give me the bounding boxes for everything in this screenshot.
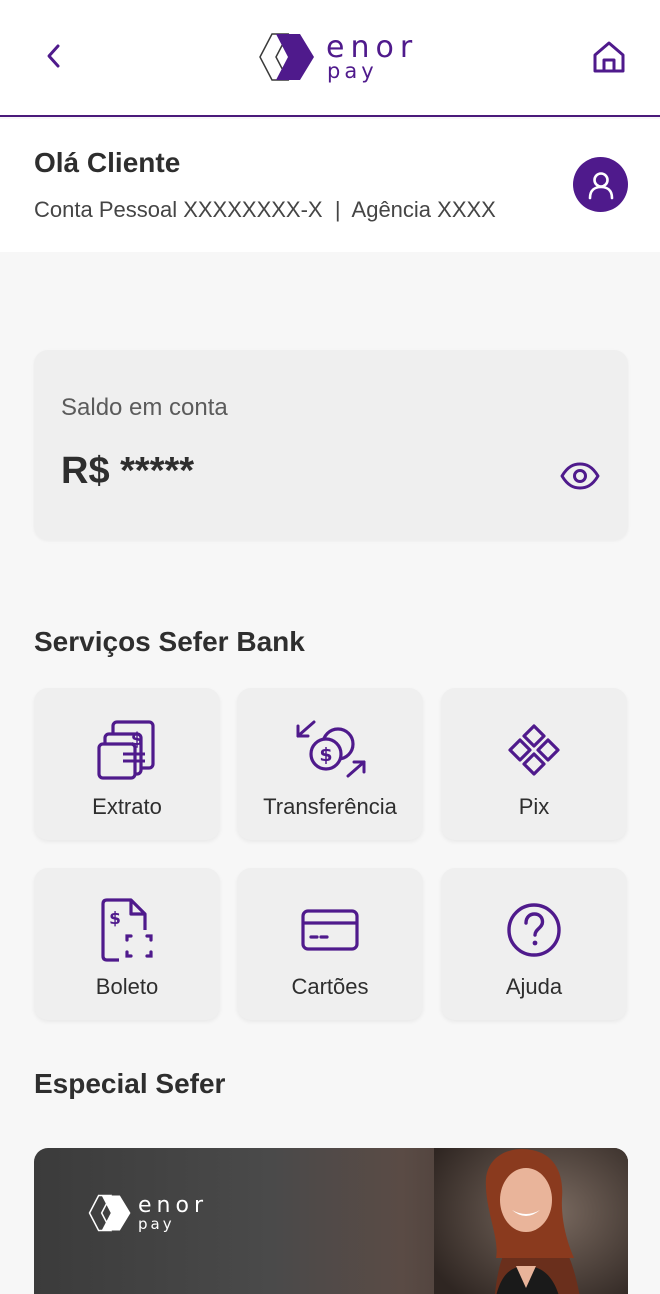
enor-pay-logo-mark xyxy=(88,1194,131,1232)
transfer-icon: $ xyxy=(296,720,366,778)
promo-banner[interactable]: enor pay xyxy=(34,1148,628,1294)
eye-icon xyxy=(560,462,600,490)
banner-logo-line2: pay xyxy=(138,1214,175,1233)
banner-logo-line1: enor xyxy=(138,1192,208,1218)
boleto-icon: $ xyxy=(101,898,153,962)
account-details: Conta Pessoal XXXXXXXX-X | Agência XXXX xyxy=(34,197,496,222)
services-title: Serviços Sefer Bank xyxy=(34,626,305,657)
banner-logo: enor pay xyxy=(88,1194,208,1232)
service-transferencia[interactable]: $ Transferência xyxy=(237,688,423,840)
profile-button[interactable] xyxy=(573,157,628,212)
service-cartoes[interactable]: Cartões xyxy=(237,868,423,1020)
balance-card: Saldo em conta R$ ***** xyxy=(34,350,628,540)
home-icon xyxy=(593,41,625,73)
svg-text:$: $ xyxy=(109,909,121,929)
service-label: Cartões xyxy=(291,974,369,999)
service-boleto[interactable]: $ Boleto xyxy=(34,868,220,1020)
logo-text-line1: enor xyxy=(326,29,419,65)
service-ajuda[interactable]: Ajuda xyxy=(441,868,627,1020)
enor-pay-logo: enor pay xyxy=(258,30,418,84)
statement-icon: $ xyxy=(97,720,155,780)
toggle-balance-visibility-button[interactable] xyxy=(558,454,602,498)
pix-icon xyxy=(508,724,560,776)
service-label: Ajuda xyxy=(505,974,563,999)
card-icon xyxy=(301,909,359,951)
service-label: Transferência xyxy=(263,794,397,819)
service-label: Pix xyxy=(518,794,550,819)
service-label: Extrato xyxy=(92,794,162,819)
app-header: enor pay xyxy=(0,0,660,117)
service-extrato[interactable]: $ Extrato xyxy=(34,688,220,840)
service-label: Boleto xyxy=(95,974,159,999)
help-icon xyxy=(507,903,561,957)
user-icon xyxy=(588,171,613,199)
back-button[interactable] xyxy=(36,38,72,74)
service-pix[interactable]: Pix xyxy=(441,688,627,840)
home-button[interactable] xyxy=(588,36,630,78)
greeting-text: Olá Cliente xyxy=(34,147,181,178)
svg-text:$: $ xyxy=(131,729,144,750)
balance-label: Saldo em conta xyxy=(61,394,228,421)
chevron-left-icon xyxy=(47,44,60,68)
special-title: Especial Sefer xyxy=(34,1068,226,1099)
balance-value: R$ ***** xyxy=(61,450,195,492)
account-info: Olá Cliente Conta Pessoal XXXXXXXX-X | A… xyxy=(0,119,660,252)
enor-pay-logo-mark xyxy=(259,33,314,81)
svg-text:$: $ xyxy=(319,744,332,766)
banner-person-image xyxy=(434,1148,628,1294)
